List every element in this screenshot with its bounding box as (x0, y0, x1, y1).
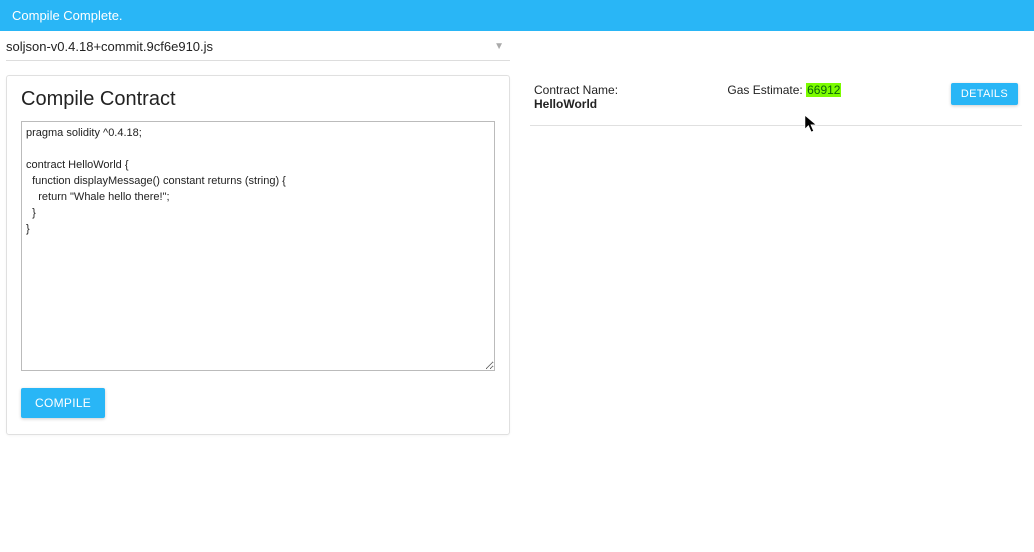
gas-estimate-label: Gas Estimate: (727, 83, 806, 97)
contract-result-row: Contract Name: HelloWorld Gas Estimate: … (530, 73, 1022, 126)
contract-name-block: Contract Name: HelloWorld (534, 83, 618, 111)
chevron-down-icon: ▼ (494, 41, 504, 52)
contract-name-label: Contract Name: (534, 83, 618, 97)
details-button[interactable]: DETAILS (951, 83, 1018, 105)
status-text: Compile Complete. (12, 8, 123, 23)
gas-estimate-block: Gas Estimate: 66912 (727, 83, 841, 97)
gas-estimate-value: 66912 (806, 83, 841, 97)
compile-card: Compile Contract COMPILE (6, 75, 510, 435)
contract-name-value: HelloWorld (534, 97, 618, 111)
source-code-input[interactable] (21, 121, 495, 371)
compiler-version-value: soljson-v0.4.18+commit.9cf6e910.js (6, 39, 213, 54)
status-header: Compile Complete. (0, 0, 1034, 31)
compile-title: Compile Contract (21, 88, 495, 111)
compile-button[interactable]: COMPILE (21, 388, 105, 418)
compiler-version-select[interactable]: soljson-v0.4.18+commit.9cf6e910.js ▼ (6, 31, 510, 61)
